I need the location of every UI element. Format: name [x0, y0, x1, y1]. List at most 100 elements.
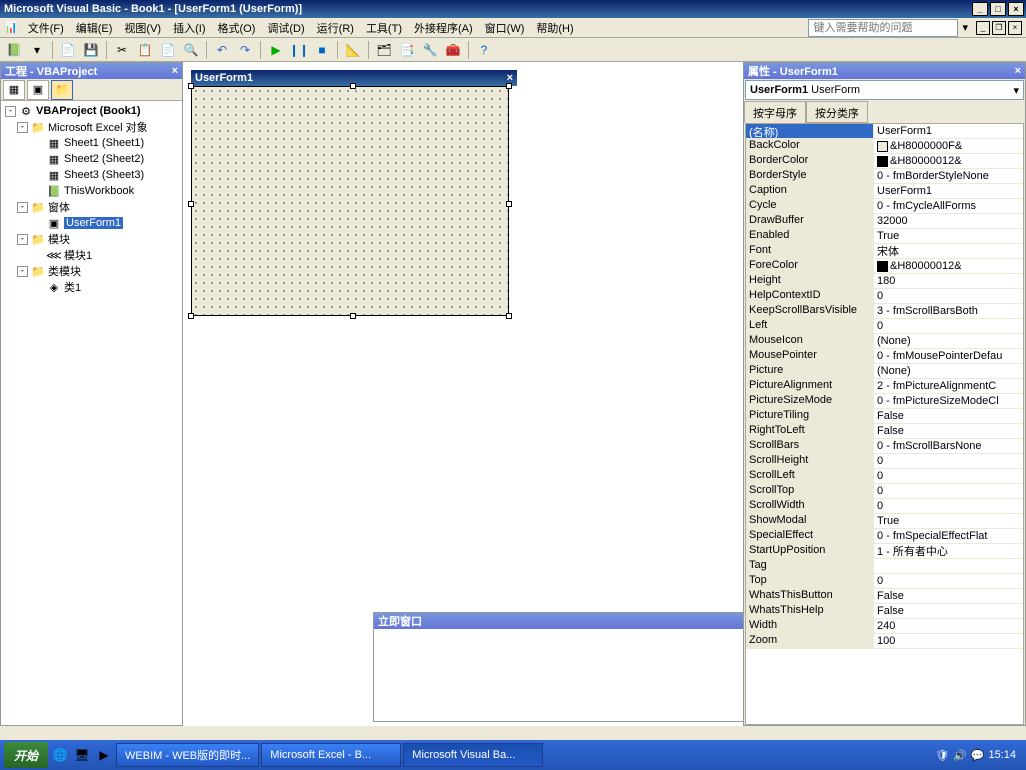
properties-grid[interactable]: (名称)UserForm1BackColor &H8000000F&Border…: [745, 123, 1024, 725]
tree-node[interactable]: -📁窗体: [3, 199, 180, 215]
property-row[interactable]: PictureAlignment2 - fmPictureAlignmentC: [746, 379, 1023, 394]
props-tab-categorized[interactable]: 按分类序: [806, 101, 868, 123]
close-button[interactable]: ×: [1008, 2, 1024, 16]
tray-icon[interactable]: 💬: [971, 749, 985, 762]
tray-icon[interactable]: 🔊: [953, 749, 967, 762]
menu-file[interactable]: 文件(F): [22, 18, 70, 38]
props-panel-close-icon[interactable]: ×: [1015, 65, 1021, 77]
tree-node[interactable]: ▣UserForm1: [3, 215, 180, 231]
menu-debug[interactable]: 调试(D): [261, 18, 310, 38]
property-row[interactable]: Tag: [746, 559, 1023, 574]
property-row[interactable]: ForeColor &H80000012&: [746, 259, 1023, 274]
mdi-restore-button[interactable]: ❐: [992, 21, 1006, 35]
pause-button[interactable]: ❙❙: [289, 40, 309, 60]
cut-button[interactable]: ✂: [112, 40, 132, 60]
property-row[interactable]: BorderStyle0 - fmBorderStyleNone: [746, 169, 1023, 184]
help-button[interactable]: ?: [474, 40, 494, 60]
property-row[interactable]: Left0: [746, 319, 1023, 334]
object-browser-button[interactable]: 🔧: [420, 40, 440, 60]
properties-button[interactable]: 📑: [397, 40, 417, 60]
userform-window[interactable]: UserForm1 ×: [191, 70, 517, 316]
project-explorer-button[interactable]: 🗂: [374, 40, 394, 60]
property-row[interactable]: MousePointer0 - fmMousePointerDefau: [746, 349, 1023, 364]
tree-node[interactable]: ◈类1: [3, 279, 180, 295]
tree-node[interactable]: -⚙VBAProject (Book1): [3, 103, 180, 119]
property-row[interactable]: KeepScrollBarsVisible3 - fmScrollBarsBot…: [746, 304, 1023, 319]
property-row[interactable]: Font宋体: [746, 244, 1023, 259]
help-dropdown-icon[interactable]: ▾: [962, 21, 968, 34]
property-row[interactable]: ScrollTop0: [746, 484, 1023, 499]
quicklaunch-desktop-icon[interactable]: 🖥: [72, 745, 92, 765]
property-row[interactable]: ScrollLeft0: [746, 469, 1023, 484]
menu-window[interactable]: 窗口(W): [479, 18, 531, 38]
minimize-button[interactable]: _: [972, 2, 988, 16]
find-button[interactable]: 🔍: [181, 40, 201, 60]
quicklaunch-media-icon[interactable]: ▶: [94, 745, 114, 765]
menu-run[interactable]: 运行(R): [311, 18, 360, 38]
menu-insert[interactable]: 插入(I): [167, 18, 211, 38]
property-row[interactable]: HelpContextID0: [746, 289, 1023, 304]
view-code-button[interactable]: ▦: [3, 80, 25, 100]
property-row[interactable]: BorderColor &H80000012&: [746, 154, 1023, 169]
property-row[interactable]: ScrollWidth0: [746, 499, 1023, 514]
tree-node[interactable]: -📁类模块: [3, 263, 180, 279]
system-tray[interactable]: 🛡 🔊 💬 15:14: [929, 749, 1022, 762]
combo-dropdown-icon[interactable]: ▾: [1013, 84, 1019, 97]
userform-body[interactable]: [191, 86, 509, 316]
property-row[interactable]: MouseIcon(None): [746, 334, 1023, 349]
undo-button[interactable]: ↶: [212, 40, 232, 60]
property-row[interactable]: PictureSizeMode0 - fmPictureSizeModeCl: [746, 394, 1023, 409]
mdi-close-button[interactable]: ×: [1008, 21, 1022, 35]
property-row[interactable]: BackColor &H8000000F&: [746, 139, 1023, 154]
property-row[interactable]: (名称)UserForm1: [746, 124, 1023, 139]
property-row[interactable]: Cycle0 - fmCycleAllForms: [746, 199, 1023, 214]
maximize-button[interactable]: □: [990, 2, 1006, 16]
property-row[interactable]: DrawBuffer32000: [746, 214, 1023, 229]
property-row[interactable]: Zoom100: [746, 634, 1023, 649]
paste-button[interactable]: 📄: [158, 40, 178, 60]
design-mode-button[interactable]: 📐: [343, 40, 363, 60]
property-row[interactable]: SpecialEffect0 - fmSpecialEffectFlat: [746, 529, 1023, 544]
copy-button[interactable]: 📋: [135, 40, 155, 60]
toggle-folders-button[interactable]: 📁: [51, 80, 73, 100]
tree-node[interactable]: ▦Sheet3 (Sheet3): [3, 167, 180, 183]
menu-edit[interactable]: 编辑(E): [70, 18, 119, 38]
property-row[interactable]: Picture(None): [746, 364, 1023, 379]
mdi-minimize-button[interactable]: _: [976, 21, 990, 35]
menu-addins[interactable]: 外接程序(A): [408, 18, 479, 38]
property-row[interactable]: ScrollBars0 - fmScrollBarsNone: [746, 439, 1023, 454]
taskbar-item[interactable]: Microsoft Excel - B...: [261, 743, 401, 767]
help-search-input[interactable]: [808, 19, 958, 37]
menu-view[interactable]: 视图(V): [118, 18, 167, 38]
run-button[interactable]: ▶: [266, 40, 286, 60]
property-row[interactable]: Width240: [746, 619, 1023, 634]
property-row[interactable]: WhatsThisHelpFalse: [746, 604, 1023, 619]
property-row[interactable]: PictureTilingFalse: [746, 409, 1023, 424]
tree-node[interactable]: ▦Sheet1 (Sheet1): [3, 135, 180, 151]
stop-button[interactable]: ■: [312, 40, 332, 60]
dropdown-icon[interactable]: ▾: [27, 40, 47, 60]
taskbar-item[interactable]: Microsoft Visual Ba...: [403, 743, 543, 767]
property-row[interactable]: Top0: [746, 574, 1023, 589]
tree-node[interactable]: -📁模块: [3, 231, 180, 247]
menu-help[interactable]: 帮助(H): [530, 18, 579, 38]
property-row[interactable]: RightToLeftFalse: [746, 424, 1023, 439]
project-tree[interactable]: -⚙VBAProject (Book1)-📁Microsoft Excel 对象…: [1, 101, 182, 725]
property-row[interactable]: Height180: [746, 274, 1023, 289]
property-row[interactable]: CaptionUserForm1: [746, 184, 1023, 199]
menu-format[interactable]: 格式(O): [211, 18, 261, 38]
tree-node[interactable]: 📗ThisWorkbook: [3, 183, 180, 199]
project-panel-close-icon[interactable]: ×: [172, 65, 178, 77]
tree-node[interactable]: ▦Sheet2 (Sheet2): [3, 151, 180, 167]
view-object-button[interactable]: ▣: [27, 80, 49, 100]
property-row[interactable]: ShowModalTrue: [746, 514, 1023, 529]
property-row[interactable]: ScrollHeight0: [746, 454, 1023, 469]
tree-node[interactable]: -📁Microsoft Excel 对象: [3, 119, 180, 135]
props-tab-alphabetic[interactable]: 按字母序: [744, 101, 806, 123]
property-row[interactable]: StartUpPosition1 - 所有者中心: [746, 544, 1023, 559]
toolbox-button[interactable]: 🧰: [443, 40, 463, 60]
tree-node[interactable]: ⋘模块1: [3, 247, 180, 263]
save-button[interactable]: 💾: [81, 40, 101, 60]
insert-button[interactable]: 📄: [58, 40, 78, 60]
quicklaunch-ie-icon[interactable]: 🌐: [50, 745, 70, 765]
